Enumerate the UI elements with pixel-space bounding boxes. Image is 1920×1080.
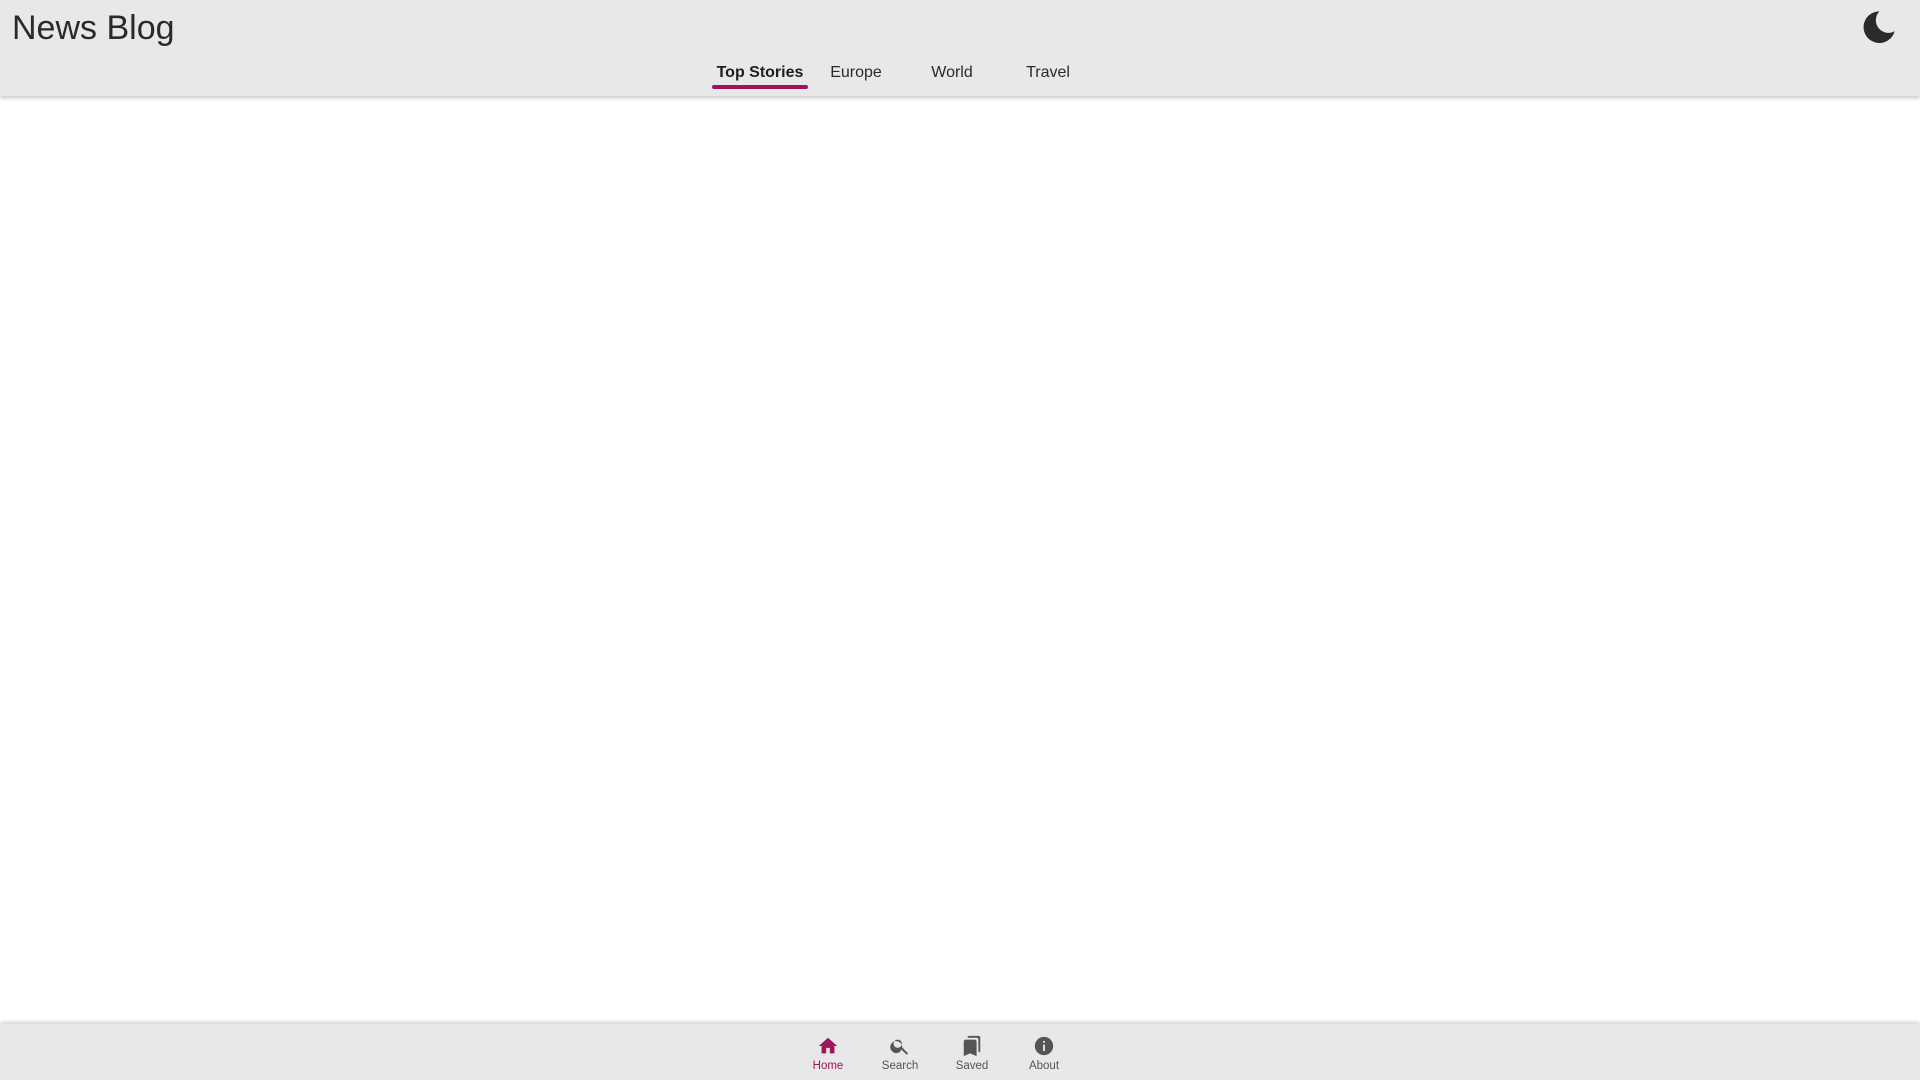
nav-search[interactable]: Search	[864, 1024, 936, 1080]
tab-world[interactable]: World	[904, 56, 1000, 92]
search-icon	[889, 1035, 911, 1057]
tab-label: Travel	[1026, 64, 1070, 81]
nav-label: Saved	[955, 1060, 989, 1072]
home-icon	[817, 1035, 839, 1057]
bottom-navigation: Home Search Saved About	[0, 1024, 1920, 1080]
tab-label: Top Stories	[716, 64, 804, 81]
category-tabs: Top Stories Europe World Travel	[0, 58, 1920, 96]
tab-top-stories[interactable]: Top Stories	[712, 56, 808, 92]
theme-toggle-button[interactable]	[1860, 8, 1898, 46]
nav-label: Search	[881, 1060, 919, 1072]
nav-label: About	[1028, 1060, 1060, 1072]
info-icon	[1033, 1035, 1055, 1057]
nav-label: Home	[812, 1060, 844, 1072]
tab-travel[interactable]: Travel	[1000, 56, 1096, 92]
top-app-bar: News Blog Top Stories Europe World Trave…	[0, 0, 1920, 96]
bookmarks-icon	[961, 1035, 983, 1057]
nav-about[interactable]: About	[1008, 1024, 1080, 1080]
moon-icon	[1860, 8, 1898, 46]
content-area	[0, 96, 1920, 1022]
app-title: News Blog	[12, 9, 175, 47]
nav-home[interactable]: Home	[792, 1024, 864, 1080]
tab-label: World	[931, 64, 973, 81]
tab-label: Europe	[830, 64, 882, 81]
tab-europe[interactable]: Europe	[808, 56, 904, 92]
app-root: News Blog Top Stories Europe World Trave…	[0, 0, 1920, 1080]
nav-saved[interactable]: Saved	[936, 1024, 1008, 1080]
